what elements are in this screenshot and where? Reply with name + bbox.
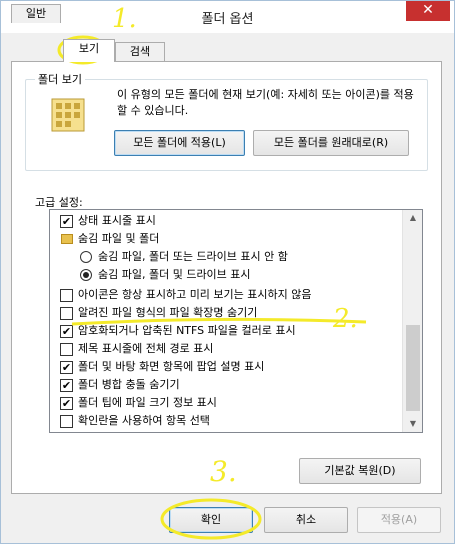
folder-icon: [61, 234, 73, 244]
checkbox[interactable]: ✔: [60, 361, 73, 374]
radio-dot: [83, 272, 89, 278]
window-title: 폴더 옵션: [201, 12, 254, 27]
item-label: 알려진 파일 형식의 파일 확장명 숨기기: [78, 306, 258, 319]
tab-view-label: 보기: [78, 42, 100, 55]
item-label: 숨김 파일, 폴더 및 드라이브 표시: [98, 268, 251, 281]
folder-view-group-label: 폴더 보기: [35, 71, 85, 87]
tab-view[interactable]: 보기: [63, 39, 115, 62]
scroll-up-arrow-icon[interactable]: ▲: [403, 210, 423, 226]
restore-defaults-button[interactable]: 기본값 복원(D): [299, 458, 421, 484]
item-label: 숨김 파일, 폴더 또는 드라이브 표시 안 함: [98, 250, 288, 263]
title-bar[interactable]: 폴더 옵션 ✕: [1, 1, 454, 33]
scroll-thumb[interactable]: [406, 325, 420, 411]
checkbox[interactable]: ✔: [60, 215, 73, 228]
tab-search[interactable]: 검색: [115, 42, 165, 61]
ok-button[interactable]: 확인: [169, 507, 253, 533]
item-label: 상태 표시줄 표시: [78, 214, 156, 227]
checkbox[interactable]: [60, 307, 73, 320]
item-label: 제목 표시줄에 전체 경로 표시: [78, 342, 214, 355]
folder-view-description: 이 유형의 모든 폴더에 현재 보기(예: 자세히 또는 아이콘)를 적용할 수…: [117, 88, 414, 117]
tab-general[interactable]: 일반: [11, 4, 61, 23]
radio-button[interactable]: [80, 269, 92, 281]
checkbox[interactable]: ✔: [60, 379, 73, 392]
reset-folders-button[interactable]: 모든 폴더를 원래대로(R): [253, 130, 409, 156]
item-label: 암호화되거나 압축된 NTFS 파일을 컬러로 표시: [78, 324, 296, 337]
item-label: 확인란을 사용하여 항목 선택: [78, 414, 210, 427]
item-label: 폴더 병합 충돌 숨기기: [78, 378, 180, 391]
item-label: 폴더 및 바탕 화면 항목에 팝업 설명 표시: [78, 360, 265, 373]
item-label: 폴더 팁에 파일 크기 정보 표시: [78, 396, 217, 409]
radio-button[interactable]: [80, 251, 92, 263]
checkbox[interactable]: [60, 343, 73, 356]
list-scrollbar[interactable]: ▲ ▼: [402, 210, 422, 432]
checkbox[interactable]: [60, 415, 73, 428]
item-label: 숨김 파일 및 폴더: [78, 232, 160, 245]
advanced-settings-label: 고급 설정:: [35, 196, 83, 209]
apply-to-all-folders-button[interactable]: 모든 폴더에 적용(L): [114, 130, 245, 156]
checkbox[interactable]: ✔: [60, 325, 73, 338]
close-button[interactable]: ✕: [406, 1, 450, 21]
cancel-button[interactable]: 취소: [264, 507, 348, 533]
scroll-down-arrow-icon[interactable]: ▼: [403, 416, 423, 432]
folder-options-window: 폴더 옵션 ✕ 일반 보기 검색 폴더 보기 이 유형의 모든 폴더에 현재 보…: [0, 0, 455, 544]
checkbox[interactable]: ✔: [60, 397, 73, 410]
folder-view-icon: [51, 98, 85, 132]
item-label: 아이콘은 항상 표시하고 미리 보기는 표시하지 않음: [78, 288, 312, 301]
apply-button[interactable]: 적용(A): [357, 507, 441, 533]
tab-general-label: 일반: [25, 7, 47, 20]
checkbox[interactable]: [60, 289, 73, 302]
advanced-settings-list[interactable]: ✔ 상태 표시줄 표시 숨김 파일 및 폴더 숨김 파일, 폴더 또는 드라이브…: [49, 209, 423, 433]
tab-search-label: 검색: [129, 45, 151, 58]
